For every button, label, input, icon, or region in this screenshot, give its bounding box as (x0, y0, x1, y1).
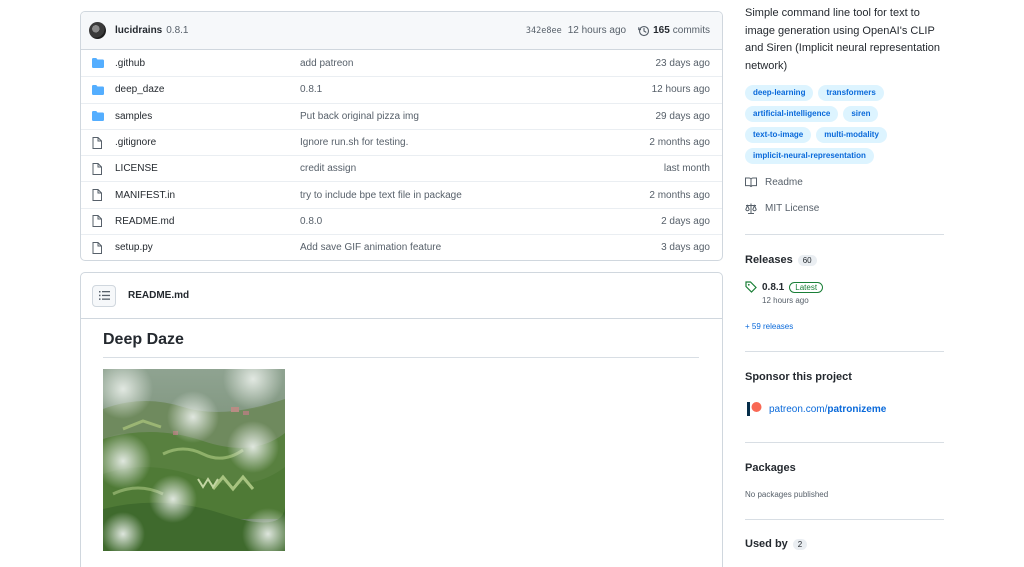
commits-count: 165 (653, 25, 670, 36)
file-icon (92, 215, 105, 228)
commit-author[interactable]: lucidrains (115, 25, 162, 36)
topic-list: deep-learning transformers artificial-in… (745, 85, 945, 164)
folder-icon (92, 111, 105, 122)
readme-title: Deep Daze (103, 331, 184, 348)
divider (745, 442, 944, 443)
used-by-title: Used by (745, 538, 788, 550)
file-age: 29 days ago (655, 110, 711, 122)
repo-description: Simple command line tool for text to ima… (745, 7, 941, 72)
topic-tag[interactable]: siren (843, 106, 879, 122)
table-of-contents-button[interactable] (92, 284, 116, 307)
packages-heading[interactable]: Packages (745, 462, 796, 474)
file-commit-message[interactable]: Ignore run.sh for testing. (300, 137, 649, 148)
file-row[interactable]: deep_daze 0.8.1 12 hours ago (81, 76, 722, 102)
latest-commit-bar: lucidrains 0.8.1 342e8ee 12 hours ago 16… (81, 12, 722, 50)
readme-filename[interactable]: README.md (128, 290, 189, 301)
file-name[interactable]: deep_daze (115, 84, 300, 95)
list-icon (98, 291, 110, 300)
patreon-link[interactable]: patreon.com/patronizeme (745, 401, 886, 417)
file-icon (92, 189, 105, 202)
file-name[interactable]: MANIFEST.in (115, 190, 300, 201)
divider (745, 351, 944, 352)
file-name[interactable]: .gitignore (115, 137, 300, 148)
divider (745, 234, 944, 235)
folder-icon (92, 84, 105, 95)
file-row[interactable]: setup.py Add save GIF animation feature … (81, 234, 722, 260)
file-age: 2 months ago (649, 137, 710, 149)
releases-count: 60 (797, 254, 817, 266)
latest-release-time: 12 hours ago (762, 296, 809, 305)
file-age: 23 days ago (655, 57, 711, 69)
file-commit-message[interactable]: add patreon (300, 58, 656, 69)
file-browser: lucidrains 0.8.1 342e8ee 12 hours ago 16… (80, 11, 723, 261)
topic-tag[interactable]: implicit-neural-representation (745, 148, 874, 164)
topic-tag[interactable]: text-to-image (745, 127, 812, 143)
file-icon (92, 241, 105, 254)
file-commit-message[interactable]: Put back original pizza img (300, 111, 656, 122)
file-age: 12 hours ago (651, 84, 710, 96)
readme-header: README.md (81, 273, 722, 319)
file-row[interactable]: .gitignore Ignore run.sh for testing. 2 … (81, 128, 722, 155)
commits-label: commits (672, 25, 710, 36)
law-icon (745, 203, 757, 214)
readme-link-label: Readme (765, 177, 803, 188)
file-age: 2 months ago (649, 189, 710, 201)
commit-time: 12 hours ago (567, 25, 627, 36)
avatar[interactable] (89, 22, 106, 39)
file-row[interactable]: LICENSE credit assign last month (81, 155, 722, 181)
file-commit-message[interactable]: try to include bpe text file in package (300, 190, 649, 201)
file-icon (92, 162, 105, 175)
releases-title: Releases (745, 254, 793, 266)
license-link[interactable]: MIT License (745, 203, 819, 214)
topic-tag[interactable]: artificial-intelligence (745, 106, 839, 122)
history-icon (638, 25, 650, 36)
file-icon (92, 136, 105, 149)
commit-meta: 342e8ee 12 hours ago 165 commits (526, 25, 710, 37)
readme-panel: README.md Deep Daze (80, 272, 723, 567)
used-by-heading[interactable]: Used by 2 (745, 538, 808, 550)
file-commit-message[interactable]: Add save GIF animation feature (300, 242, 661, 253)
file-name[interactable]: setup.py (115, 242, 300, 253)
latest-release[interactable]: 0.8.1 Latest (745, 281, 824, 293)
book-icon (745, 177, 757, 188)
file-commit-message[interactable]: 0.8.0 (300, 216, 661, 227)
file-row[interactable]: samples Put back original pizza img 29 d… (81, 102, 722, 129)
commits-link[interactable]: 165 commits (638, 25, 710, 37)
landscape-image (103, 369, 285, 551)
patreon-link-user: patronizeme (827, 403, 887, 415)
latest-release-version: 0.8.1 (762, 281, 785, 293)
file-commit-message[interactable]: 0.8.1 (300, 84, 652, 95)
used-by-count: 2 (792, 538, 808, 550)
file-name[interactable]: samples (115, 111, 300, 122)
releases-heading[interactable]: Releases 60 (745, 254, 817, 266)
readme-link[interactable]: Readme (745, 177, 803, 188)
file-row[interactable]: .github add patreon 23 days ago (81, 50, 722, 76)
file-age: 3 days ago (661, 242, 710, 254)
commit-sha[interactable]: 342e8ee (526, 26, 562, 36)
license-link-label: MIT License (765, 203, 820, 214)
topic-tag[interactable]: deep-learning (745, 85, 814, 101)
latest-badge: Latest (789, 281, 824, 293)
patreon-link-domain: patreon.com/ (769, 403, 828, 415)
topic-tag[interactable]: multi-modality (816, 127, 887, 143)
folder-icon (92, 58, 105, 69)
file-list: .github add patreon 23 days ago deep_daz… (81, 50, 722, 260)
divider (745, 519, 944, 520)
file-row[interactable]: README.md 0.8.0 2 days ago (81, 207, 722, 234)
file-name[interactable]: .github (115, 58, 300, 69)
divider (103, 357, 699, 358)
patreon-icon (747, 402, 762, 416)
file-row[interactable]: MANIFEST.in try to include bpe text file… (81, 181, 722, 207)
file-name[interactable]: README.md (115, 216, 300, 227)
commit-message[interactable]: 0.8.1 (166, 25, 188, 36)
file-commit-message[interactable]: credit assign (300, 163, 664, 174)
packages-empty-text: No packages published (745, 490, 829, 499)
file-age: last month (663, 163, 710, 175)
topic-tag[interactable]: transformers (818, 85, 884, 101)
sponsor-heading: Sponsor this project (745, 371, 852, 383)
more-releases-link[interactable]: + 59 releases (745, 322, 793, 331)
tag-icon (745, 281, 757, 293)
file-age: 2 days ago (661, 215, 710, 227)
file-name[interactable]: LICENSE (115, 163, 300, 174)
